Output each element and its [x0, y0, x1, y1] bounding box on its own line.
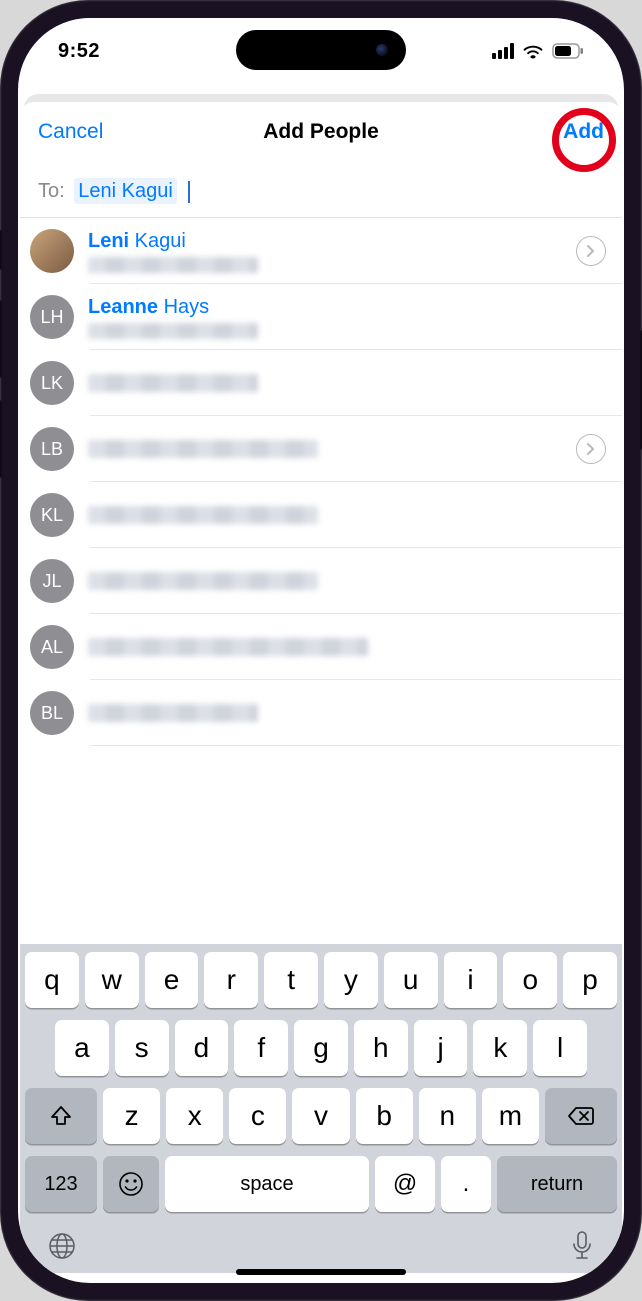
period-key[interactable]: . [441, 1156, 491, 1212]
contact-row[interactable]: LB [20, 416, 622, 482]
contact-phone-redacted [88, 257, 258, 273]
contact-row[interactable]: JL [20, 548, 622, 614]
battery-icon [552, 43, 584, 59]
contact-phone-redacted [88, 323, 258, 339]
contact-avatar-initials: KL [30, 493, 74, 537]
key-i[interactable]: i [444, 952, 498, 1008]
detail-chevron-icon[interactable] [576, 236, 606, 266]
contact-info [88, 506, 606, 524]
key-d[interactable]: d [175, 1020, 229, 1076]
key-j[interactable]: j [414, 1020, 468, 1076]
key-n[interactable]: n [419, 1088, 476, 1144]
to-label: To: [38, 180, 65, 202]
key-x[interactable]: x [166, 1088, 223, 1144]
contact-row[interactable]: LH Leanne Hays [20, 284, 622, 350]
key-u[interactable]: u [384, 952, 438, 1008]
to-field[interactable]: To: Leni Kagui [20, 158, 622, 218]
emoji-key[interactable] [103, 1156, 159, 1212]
text-cursor [188, 181, 190, 203]
cellular-icon [492, 43, 514, 59]
cancel-button[interactable]: Cancel [38, 120, 103, 144]
key-g[interactable]: g [294, 1020, 348, 1076]
contact-avatar-initials: JL [30, 559, 74, 603]
contact-info [88, 704, 606, 722]
contact-list[interactable]: Leni Kagui LH Leanne Hays LK LB KL JL AL BL [20, 218, 622, 944]
key-c[interactable]: c [229, 1088, 286, 1144]
status-bar: 9:52 [18, 18, 624, 74]
contact-name-redacted [88, 374, 258, 392]
wifi-icon [522, 43, 544, 59]
contact-avatar-initials: LH [30, 295, 74, 339]
key-v[interactable]: v [292, 1088, 349, 1144]
contact-name: Leanne Hays [88, 296, 606, 319]
key-q[interactable]: q [25, 952, 79, 1008]
key-b[interactable]: b [356, 1088, 413, 1144]
contact-row[interactable]: BL [20, 680, 622, 746]
contact-avatar-photo [30, 229, 74, 273]
contact-info [88, 374, 606, 392]
space-key[interactable]: space [165, 1156, 369, 1212]
key-z[interactable]: z [103, 1088, 160, 1144]
keyboard: qwertyuiop asdfghjkl zxcvbnm 123 [20, 944, 622, 1273]
key-f[interactable]: f [234, 1020, 288, 1076]
key-t[interactable]: t [264, 952, 318, 1008]
volume-down-button[interactable] [0, 400, 2, 478]
screen: 9:52 Cancel Add People Add [18, 18, 624, 1283]
key-m[interactable]: m [482, 1088, 539, 1144]
contact-avatar-initials: BL [30, 691, 74, 735]
key-y[interactable]: y [324, 952, 378, 1008]
contact-info: Leanne Hays [88, 296, 606, 339]
dictation-key[interactable] [569, 1230, 595, 1265]
numbers-key[interactable]: 123 [25, 1156, 97, 1212]
key-p[interactable]: p [563, 952, 617, 1008]
contact-info [88, 572, 606, 590]
at-key[interactable]: @ [375, 1156, 435, 1212]
contact-row[interactable]: KL [20, 482, 622, 548]
contact-avatar-initials: AL [30, 625, 74, 669]
dynamic-island [236, 30, 406, 70]
status-icons [492, 43, 584, 59]
device-frame: 9:52 Cancel Add People Add [0, 0, 642, 1301]
status-time: 9:52 [58, 40, 100, 63]
contact-name-redacted [88, 704, 258, 722]
backspace-key[interactable] [545, 1088, 617, 1144]
key-k[interactable]: k [473, 1020, 527, 1076]
key-o[interactable]: o [503, 952, 557, 1008]
contact-row[interactable]: Leni Kagui [20, 218, 622, 284]
contact-row[interactable]: AL [20, 614, 622, 680]
add-button[interactable]: Add [563, 120, 604, 144]
return-key[interactable]: return [497, 1156, 617, 1212]
shift-key[interactable] [25, 1088, 97, 1144]
contact-info: Leni Kagui [88, 230, 576, 273]
contact-name-redacted [88, 440, 318, 458]
contact-info [88, 440, 576, 458]
contact-avatar-initials: LK [30, 361, 74, 405]
page-title: Add People [263, 120, 379, 144]
contact-name-redacted [88, 506, 318, 524]
detail-chevron-icon[interactable] [576, 434, 606, 464]
key-l[interactable]: l [533, 1020, 587, 1076]
nav-bar: Cancel Add People Add [20, 102, 622, 158]
key-a[interactable]: a [55, 1020, 109, 1076]
contact-info [88, 638, 606, 656]
contact-name: Leni Kagui [88, 230, 576, 253]
home-indicator[interactable] [236, 1269, 406, 1275]
add-people-sheet: Cancel Add People Add To: Leni Kagui Len… [20, 102, 622, 1273]
contact-name-redacted [88, 572, 318, 590]
recipient-chip[interactable]: Leni Kagui [74, 178, 177, 204]
contact-row[interactable]: LK [20, 350, 622, 416]
key-h[interactable]: h [354, 1020, 408, 1076]
globe-key[interactable] [47, 1230, 77, 1265]
contact-avatar-initials: LB [30, 427, 74, 471]
key-r[interactable]: r [204, 952, 258, 1008]
silent-switch[interactable] [0, 230, 2, 270]
volume-up-button[interactable] [0, 300, 2, 378]
key-e[interactable]: e [145, 952, 199, 1008]
contact-name-redacted [88, 638, 368, 656]
key-w[interactable]: w [85, 952, 139, 1008]
key-s[interactable]: s [115, 1020, 169, 1076]
